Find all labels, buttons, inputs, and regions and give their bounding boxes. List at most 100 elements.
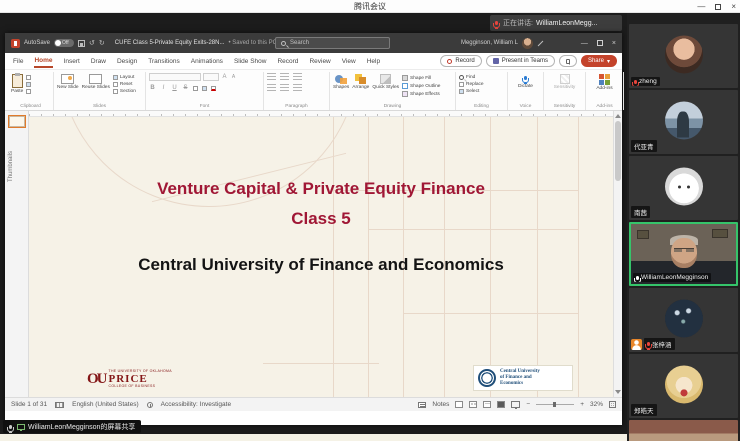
cut-icon[interactable] <box>26 75 31 80</box>
slide-canvas[interactable]: Venture Capital & Private Equity Finance… <box>29 117 613 397</box>
tab-record[interactable]: Record <box>277 56 298 67</box>
tab-design[interactable]: Design <box>117 56 137 67</box>
presenter-display-icon[interactable] <box>511 401 520 408</box>
grow-font-icon[interactable]: A <box>221 74 228 80</box>
participant-tile-active-speaker[interactable]: WilliamLeonMegginson <box>629 222 738 286</box>
zoom-in-icon[interactable]: + <box>580 401 584 408</box>
quick-styles-button[interactable]: Quick Styles <box>372 73 399 90</box>
accessibility-status[interactable]: Accessibility: Investigate <box>161 401 231 408</box>
comments-button[interactable] <box>559 55 577 67</box>
account-area[interactable]: Megginson, William L <box>461 33 544 53</box>
ou-price-logo: OU THE UNIVERSITY OF OKLAHOMA PRICE COLL… <box>87 370 172 389</box>
new-slide-button[interactable]: New Slide <box>57 73 79 90</box>
shape-outline-button[interactable]: Shape Outline <box>402 83 440 89</box>
maximize-button[interactable] <box>715 4 721 10</box>
shrink-font-icon[interactable]: A <box>230 74 237 80</box>
notes-button[interactable]: Notes <box>432 401 449 408</box>
pen-icon[interactable] <box>538 40 544 46</box>
scroll-up-icon[interactable] <box>615 114 621 118</box>
ppt-maximize-button[interactable] <box>597 40 603 46</box>
numbering-icon[interactable] <box>280 73 289 80</box>
participant-tile[interactable]: 代亚青 <box>629 90 738 154</box>
bold-button[interactable]: B <box>149 85 156 91</box>
dictate-button[interactable]: Dictate <box>518 73 533 89</box>
zoom-out-icon[interactable]: − <box>526 401 530 408</box>
indent-icon[interactable] <box>293 73 302 80</box>
minimize-button[interactable]: — <box>697 2 705 11</box>
slide-sorter-view-icon[interactable] <box>469 401 477 408</box>
tab-file[interactable]: File <box>13 56 23 67</box>
screen-share-banner: WilliamLeonMegginson的屏幕共享 <box>3 420 141 433</box>
undo-icon[interactable]: ↺ <box>89 40 95 47</box>
shape-effects-button[interactable]: Shape Effects <box>402 91 440 97</box>
participant-tile[interactable]: 南茜 <box>629 156 738 220</box>
tab-transitions[interactable]: Transitions <box>148 56 180 67</box>
saved-status[interactable]: • Saved to this PC <box>228 40 276 46</box>
participant-tile[interactable]: zheng <box>629 24 738 88</box>
reuse-slides-button[interactable]: Reuse Slides <box>82 73 110 90</box>
underline-button[interactable]: U <box>171 85 178 91</box>
slideshow-view-icon[interactable] <box>497 401 505 408</box>
tab-insert[interactable]: Insert <box>64 56 80 67</box>
normal-view-icon[interactable] <box>455 401 463 408</box>
reset-button[interactable]: Reset <box>113 82 136 87</box>
zoom-slider[interactable] <box>536 404 574 405</box>
zoom-slider-knob[interactable] <box>553 402 556 407</box>
scroll-down-icon[interactable] <box>615 390 621 394</box>
present-in-teams-button[interactable]: Present in Teams <box>486 55 555 67</box>
font-name-input[interactable] <box>149 73 201 81</box>
addins-button[interactable]: Add-ins <box>596 73 612 91</box>
ppt-close-button[interactable]: × <box>612 40 616 47</box>
font-color-icon[interactable] <box>211 86 216 91</box>
thumbnail-panel[interactable]: Thumbnails <box>5 111 29 397</box>
select-button[interactable]: Select <box>459 89 484 94</box>
italic-button[interactable]: I <box>160 85 167 91</box>
share-button[interactable]: Share ▾ <box>581 55 617 67</box>
record-button[interactable]: Record <box>440 55 481 67</box>
ppt-main-area: Thumbnails Venture Capital & Private Equ… <box>5 111 622 397</box>
find-button[interactable]: Find <box>459 75 484 80</box>
section-button[interactable]: Section <box>113 89 136 94</box>
redo-icon[interactable]: ↻ <box>99 40 105 47</box>
participant-tile[interactable]: 张梓涵 <box>629 288 738 352</box>
slide-thumbnail[interactable] <box>9 116 25 127</box>
autosave-toggle[interactable]: Off <box>54 39 74 47</box>
search-input[interactable]: Search <box>275 37 390 49</box>
tab-help[interactable]: Help <box>367 56 380 67</box>
font-size-input[interactable] <box>203 73 219 81</box>
align-center-icon[interactable] <box>280 84 289 91</box>
tab-animations[interactable]: Animations <box>191 56 223 67</box>
shapes-button[interactable]: Shapes <box>333 73 349 90</box>
fit-to-window-icon[interactable] <box>609 401 616 408</box>
tab-home[interactable]: Home <box>34 55 52 68</box>
save-icon[interactable] <box>78 40 85 47</box>
sensitivity-button[interactable]: Sensitivity <box>554 73 576 90</box>
notes-icon[interactable] <box>418 402 426 408</box>
tab-draw[interactable]: Draw <box>91 56 106 67</box>
zoom-level[interactable]: 32% <box>590 401 603 408</box>
highlight-color-icon[interactable] <box>202 86 207 91</box>
copy-icon[interactable] <box>26 82 31 87</box>
language-status[interactable]: English (United States) <box>72 401 138 408</box>
strikethrough-button[interactable]: S <box>182 85 189 91</box>
participant-tile-partial[interactable] <box>629 420 738 441</box>
tab-view[interactable]: View <box>342 56 356 67</box>
format-painter-icon[interactable] <box>26 89 31 94</box>
scrollbar-thumb[interactable] <box>615 121 621 181</box>
reading-view-icon[interactable] <box>483 401 491 408</box>
paste-button[interactable]: Paste <box>11 73 23 94</box>
char-spacing-icon[interactable] <box>193 86 198 91</box>
shape-fill-button[interactable]: Shape Fill <box>402 75 440 81</box>
vertical-scrollbar[interactable] <box>613 111 622 397</box>
close-button[interactable]: × <box>731 2 736 11</box>
tab-slide-show[interactable]: Slide Show <box>234 56 267 67</box>
ppt-minimize-button[interactable]: — <box>581 40 588 47</box>
line-spacing-icon[interactable] <box>293 84 302 91</box>
align-left-icon[interactable] <box>267 84 276 91</box>
replace-button[interactable]: Replace <box>459 82 484 87</box>
arrange-button[interactable]: Arrange <box>352 73 369 90</box>
bullets-icon[interactable] <box>267 73 276 80</box>
tab-review[interactable]: Review <box>309 56 330 67</box>
layout-button[interactable]: Layout <box>113 75 136 80</box>
participant-tile[interactable]: 郑皓天 <box>629 354 738 418</box>
